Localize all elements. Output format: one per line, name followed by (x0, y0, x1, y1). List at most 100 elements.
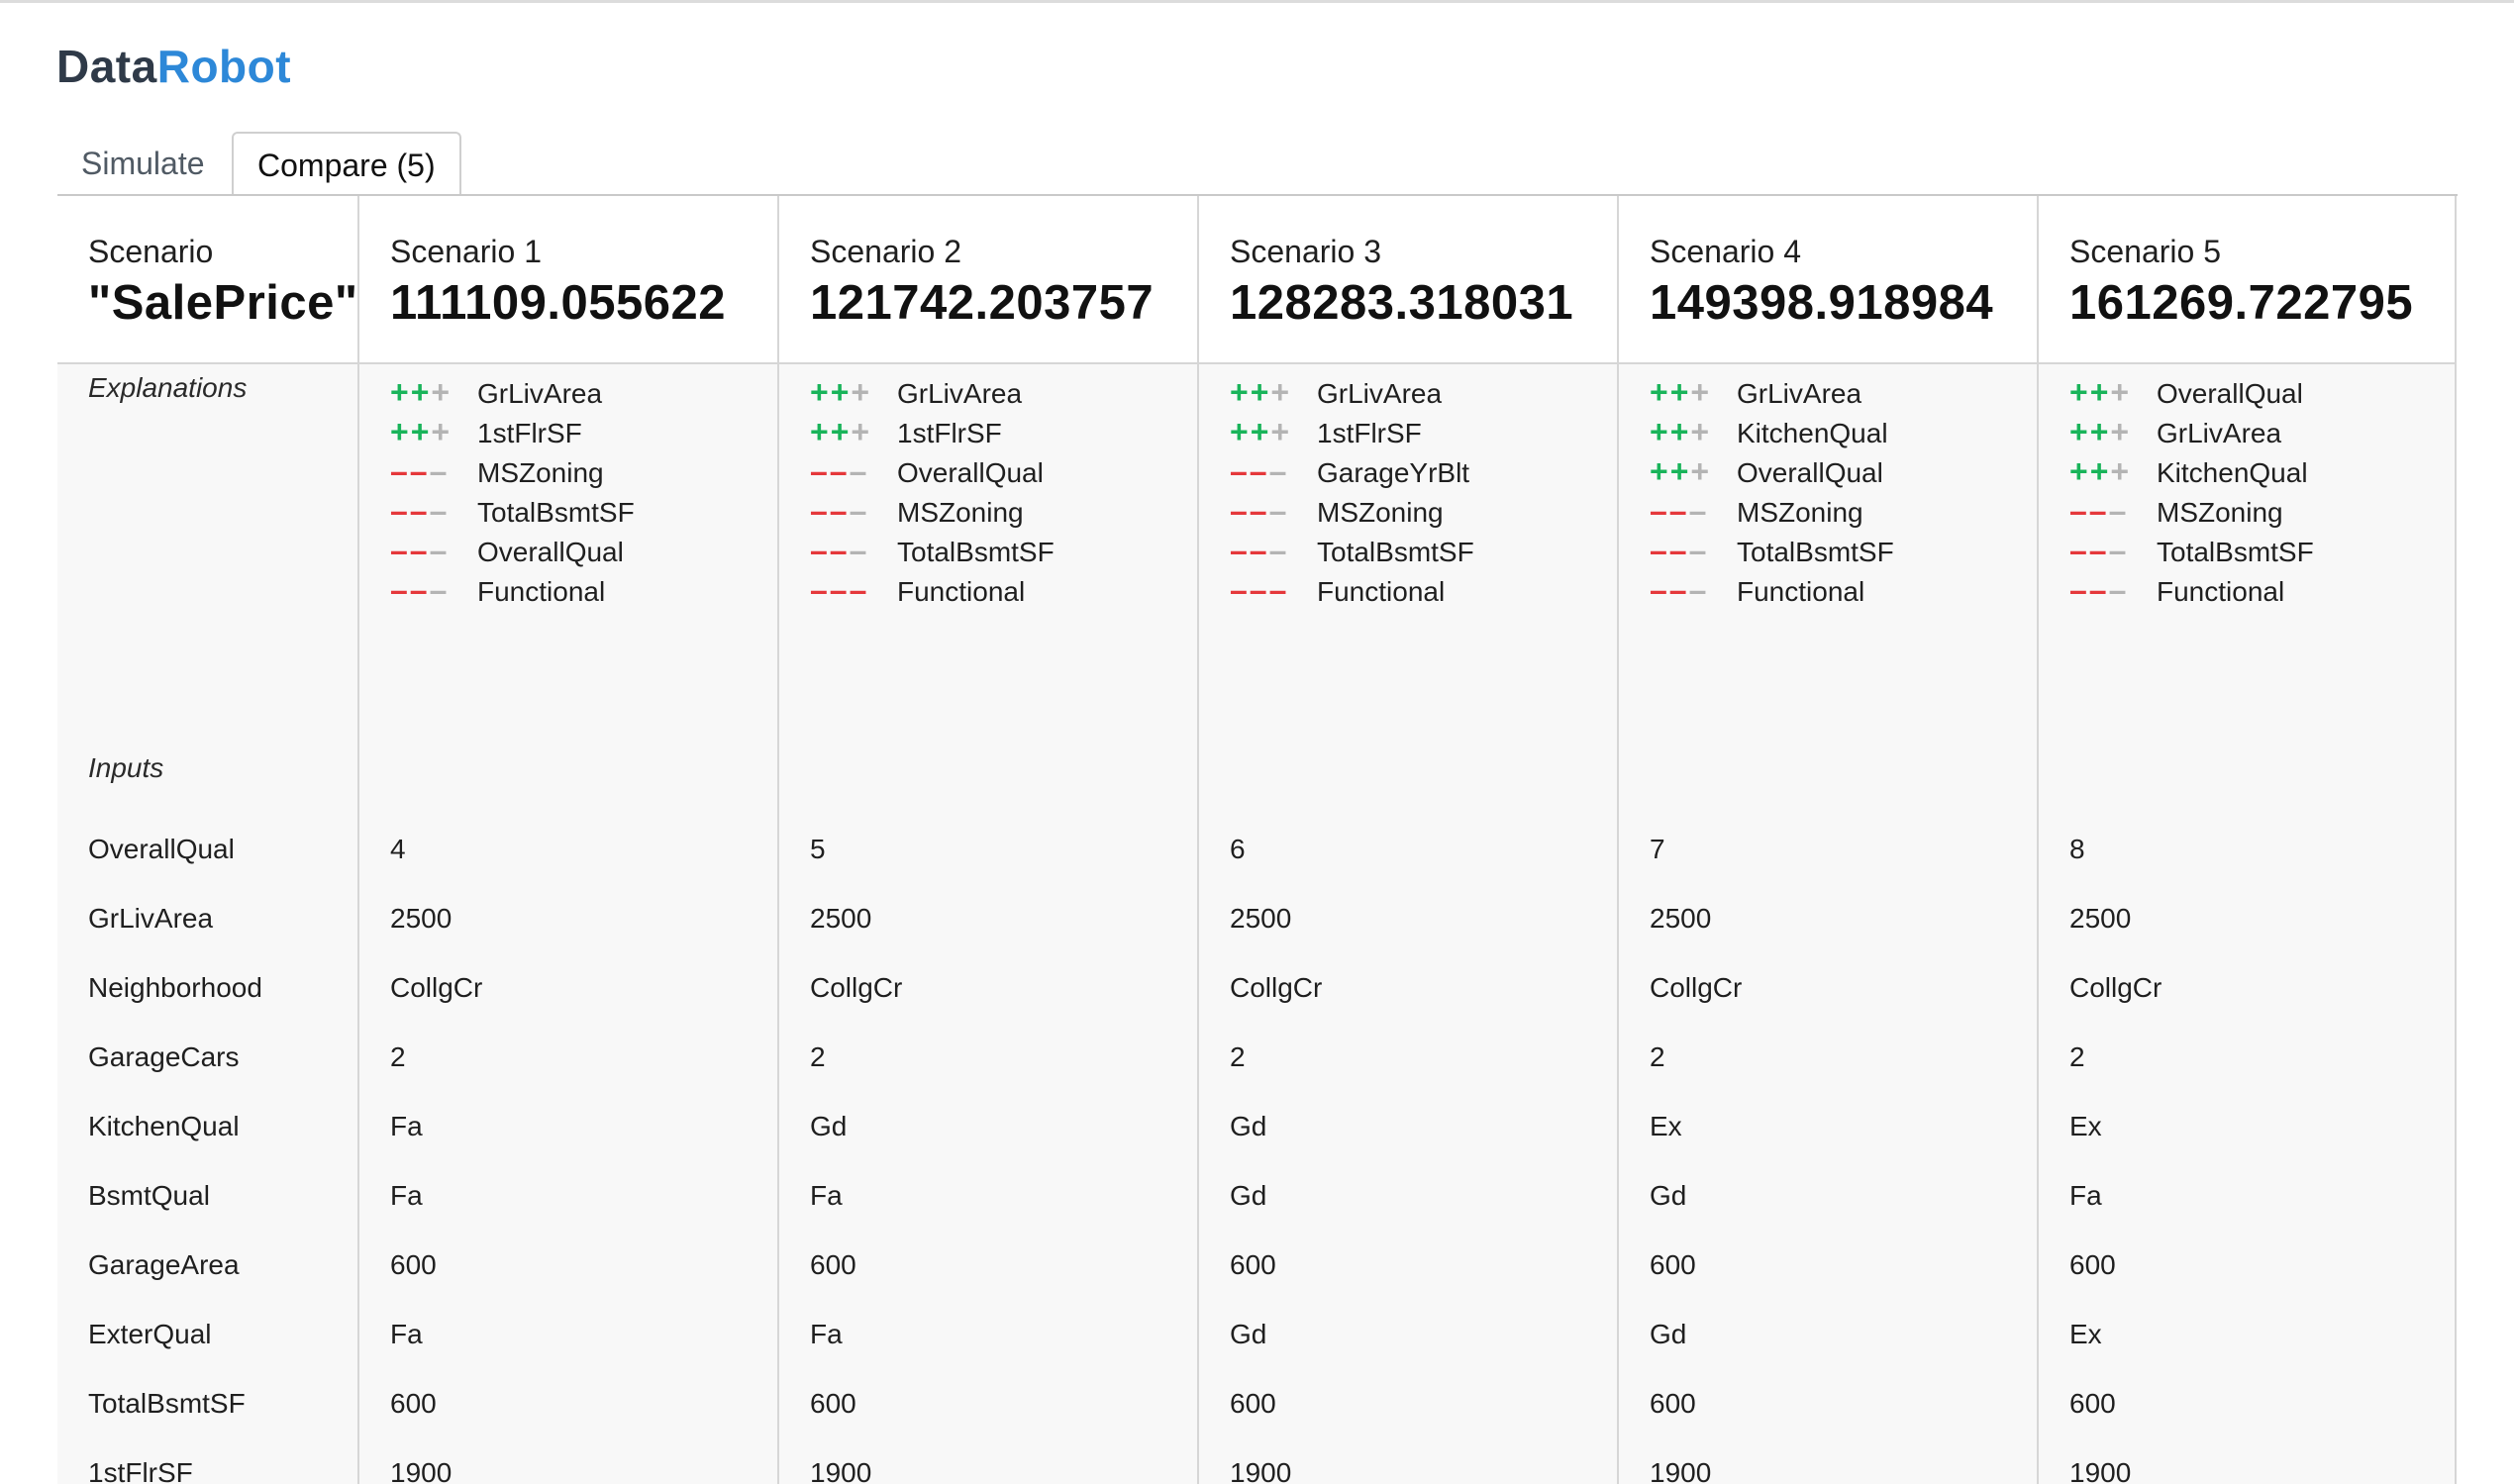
input-value-totalbsmtsf: 600 (2069, 1388, 2116, 1419)
input-name-overallqual: OverallQual (88, 834, 235, 864)
explanation-feature: Functional (2157, 576, 2285, 607)
input-value-grlivarea: 2500 (1230, 903, 1292, 934)
explanation-item: ––– TotalBsmtSF (810, 531, 1055, 570)
explanation-item: ––– MSZoning (1650, 491, 1894, 531)
input-value-bsmtqual: Fa (390, 1180, 423, 1211)
explanation-feature: GrLivArea (1317, 378, 1443, 409)
input-value-totalbsmtsf: 600 (1230, 1388, 1276, 1419)
input-value-garagecars: 2 (1650, 1041, 1665, 1072)
negative-strength-icon: ––– (2069, 533, 2129, 568)
negative-strength-icon: ––– (2069, 572, 2129, 608)
inputs-list: 7 2500 CollgCr 2 Ex Gd 600 Gd 600 1900 (1650, 815, 1742, 1484)
tab-compare[interactable]: Compare (5) (232, 132, 461, 197)
input-value-neighborhood: CollgCr (1650, 972, 1743, 1003)
input-value-garagecars: 2 (390, 1041, 406, 1072)
explanation-item: ––– TotalBsmtSF (2069, 531, 2314, 570)
input-value-overallqual: 4 (390, 834, 406, 864)
top-border (0, 0, 2514, 3)
input-value-garagearea: 600 (1650, 1249, 1696, 1280)
input-value-kitchenqual: Ex (1650, 1111, 1682, 1141)
explanation-item: +++ OverallQual (1650, 451, 1894, 491)
negative-strength-icon: ––– (1230, 453, 1289, 489)
positive-strength-icon: +++ (2069, 374, 2132, 410)
label-column-header: Scenario "SalePrice" (57, 196, 357, 364)
explanation-feature: OverallQual (2157, 378, 2303, 409)
scenario-column-4: Scenario 4 149398.918984 +++ GrLivArea +++ Ki… (1617, 196, 2037, 1484)
scenario-body: +++ GrLivArea +++ 1stFlrSF ––– GarageYrBlt –––… (1199, 364, 1617, 1484)
tab-simulate[interactable]: Simulate (57, 132, 229, 195)
scenario-prediction: 149398.918984 (1650, 276, 1994, 330)
input-name-grlivarea: GrLivArea (88, 903, 214, 934)
negative-strength-icon: ––– (2069, 493, 2129, 529)
input-value-garagearea: 600 (390, 1249, 437, 1280)
positive-strength-icon: +++ (810, 374, 872, 410)
input-name-garagecars: GarageCars (88, 1041, 240, 1072)
input-value-exterqual: Ex (2069, 1319, 2102, 1349)
input-value-grlivarea: 2500 (390, 903, 453, 934)
negative-strength-icon: ––– (1650, 572, 1709, 608)
explanation-feature: Functional (1317, 576, 1446, 607)
input-name-kitchenqual: KitchenQual (88, 1111, 240, 1141)
input-value-exterqual: Gd (1230, 1319, 1267, 1349)
positive-strength-icon: +++ (1650, 374, 1712, 410)
explanation-item: +++ GrLivArea (1230, 372, 1474, 412)
input-value-neighborhood: CollgCr (1230, 972, 1323, 1003)
negative-strength-icon: ––– (390, 453, 450, 489)
input-value-bsmtqual: Fa (810, 1180, 843, 1211)
negative-strength-icon: ––– (1650, 493, 1709, 529)
scenario-body: +++ GrLivArea +++ 1stFlrSF ––– OverallQual –––… (779, 364, 1197, 1484)
input-value-1stflrsf: 1900 (2069, 1457, 2132, 1484)
scenario-prediction: 121742.203757 (810, 276, 1155, 330)
explanation-feature: KitchenQual (1737, 418, 1888, 448)
input-value-overallqual: 5 (810, 834, 826, 864)
input-value-1stflrsf: 1900 (810, 1457, 872, 1484)
input-value-exterqual: Fa (390, 1319, 423, 1349)
label-column-body: Explanations Inputs OverallQual GrLivArea… (57, 364, 357, 1484)
negative-strength-icon: ––– (390, 572, 450, 608)
negative-strength-icon: ––– (810, 572, 869, 608)
explanation-feature: Functional (1737, 576, 1865, 607)
explanation-item: +++ OverallQual (2069, 372, 2314, 412)
negative-strength-icon: ––– (810, 493, 869, 529)
positive-strength-icon: +++ (390, 374, 453, 410)
explanation-item: ––– MSZoning (390, 451, 635, 491)
explanation-feature: GrLivArea (897, 378, 1023, 409)
explanations-list: +++ GrLivArea +++ 1stFlrSF ––– OverallQual –––… (810, 372, 1055, 610)
explanation-item: +++ 1stFlrSF (810, 412, 1055, 451)
explanation-item: ––– TotalBsmtSF (1230, 531, 1474, 570)
explanation-feature: GrLivArea (1737, 378, 1862, 409)
input-value-grlivarea: 2500 (810, 903, 872, 934)
tab-bar: Simulate Compare (5) (57, 132, 2458, 197)
input-value-garagecars: 2 (1230, 1041, 1246, 1072)
scenario-prediction: 161269.722795 (2069, 276, 2414, 330)
scenario-prediction: 111109.055622 (390, 276, 727, 330)
explanation-feature: TotalBsmtSF (1317, 537, 1474, 567)
input-value-overallqual: 6 (1230, 834, 1246, 864)
input-name-neighborhood: Neighborhood (88, 972, 262, 1003)
input-name-garagearea: GarageArea (88, 1249, 240, 1280)
explanation-feature: GarageYrBlt (1317, 457, 1470, 488)
input-value-kitchenqual: Gd (1230, 1111, 1267, 1141)
scenario-name: Scenario 1 (390, 234, 542, 269)
input-value-kitchenqual: Gd (810, 1111, 848, 1141)
negative-strength-icon: ––– (390, 533, 450, 568)
explanation-feature: KitchenQual (2157, 457, 2308, 488)
input-value-garagearea: 600 (2069, 1249, 2116, 1280)
explanation-feature: MSZoning (1317, 497, 1444, 528)
negative-strength-icon: ––– (1650, 533, 1709, 568)
explanation-feature: TotalBsmtSF (2157, 537, 2314, 567)
scenario-header: Scenario 2 121742.203757 (779, 196, 1197, 364)
explanation-feature: OverallQual (477, 537, 624, 567)
scenario-header: Scenario 3 128283.318031 (1199, 196, 1617, 364)
datarobot-logo: DataRobot (56, 40, 291, 93)
input-value-overallqual: 8 (2069, 834, 2085, 864)
input-name-totalbsmtsf: TotalBsmtSF (88, 1388, 246, 1419)
explanation-item: +++ KitchenQual (1650, 412, 1894, 451)
explanation-item: +++ 1stFlrSF (1230, 412, 1474, 451)
explanation-item: ––– MSZoning (2069, 491, 2314, 531)
input-value-1stflrsf: 1900 (390, 1457, 453, 1484)
input-value-kitchenqual: Fa (390, 1111, 423, 1141)
input-value-neighborhood: CollgCr (810, 972, 903, 1003)
input-value-garagearea: 600 (1230, 1249, 1276, 1280)
explanation-feature: GrLivArea (477, 378, 603, 409)
